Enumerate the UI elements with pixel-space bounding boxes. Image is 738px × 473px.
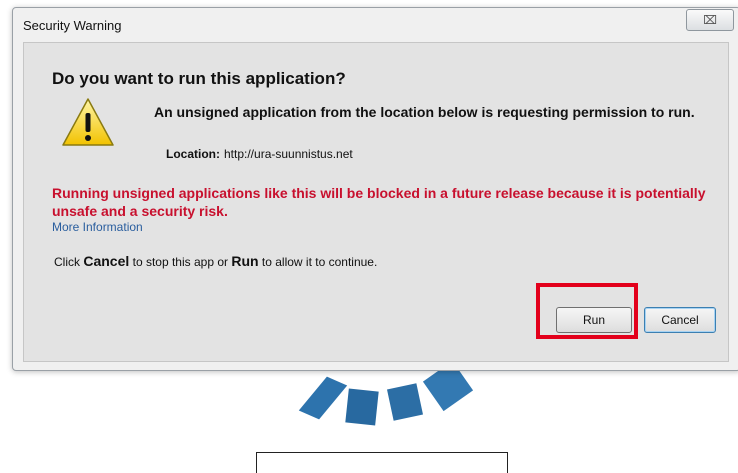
block-warning-text: Running unsigned applications like this … xyxy=(52,185,706,219)
close-button[interactable]: ⌧ xyxy=(686,9,734,31)
instruction-middle: to stop this app or xyxy=(132,255,228,269)
instruction-prefix: Click xyxy=(54,255,80,269)
location-row: Location: http://ura-suunnistus.net xyxy=(166,147,353,161)
run-button-highlight xyxy=(536,283,638,339)
close-icon: ⌧ xyxy=(703,13,717,27)
background-decoration xyxy=(345,388,379,426)
background-decoration xyxy=(387,383,423,421)
description-text: An unsigned application from the locatio… xyxy=(154,104,695,120)
instruction-text: Click Cancel to stop this app or Run to … xyxy=(54,253,377,269)
background-decoration xyxy=(298,376,348,420)
location-label: Location: xyxy=(166,147,220,161)
instruction-run-word: Run xyxy=(231,253,259,269)
more-information-link[interactable]: More Information xyxy=(52,220,143,234)
warning-triangle-icon xyxy=(62,98,114,146)
instruction-cancel-word: Cancel xyxy=(83,253,130,269)
title-bar[interactable]: Security Warning ⌧ xyxy=(13,8,738,42)
window-title: Security Warning xyxy=(23,18,122,33)
cancel-button[interactable]: Cancel xyxy=(644,307,716,333)
caption-box xyxy=(256,452,508,473)
dialog-heading: Do you want to run this application? xyxy=(52,69,346,88)
location-value: http://ura-suunnistus.net xyxy=(224,147,353,161)
instruction-suffix: to allow it to continue. xyxy=(261,255,378,269)
